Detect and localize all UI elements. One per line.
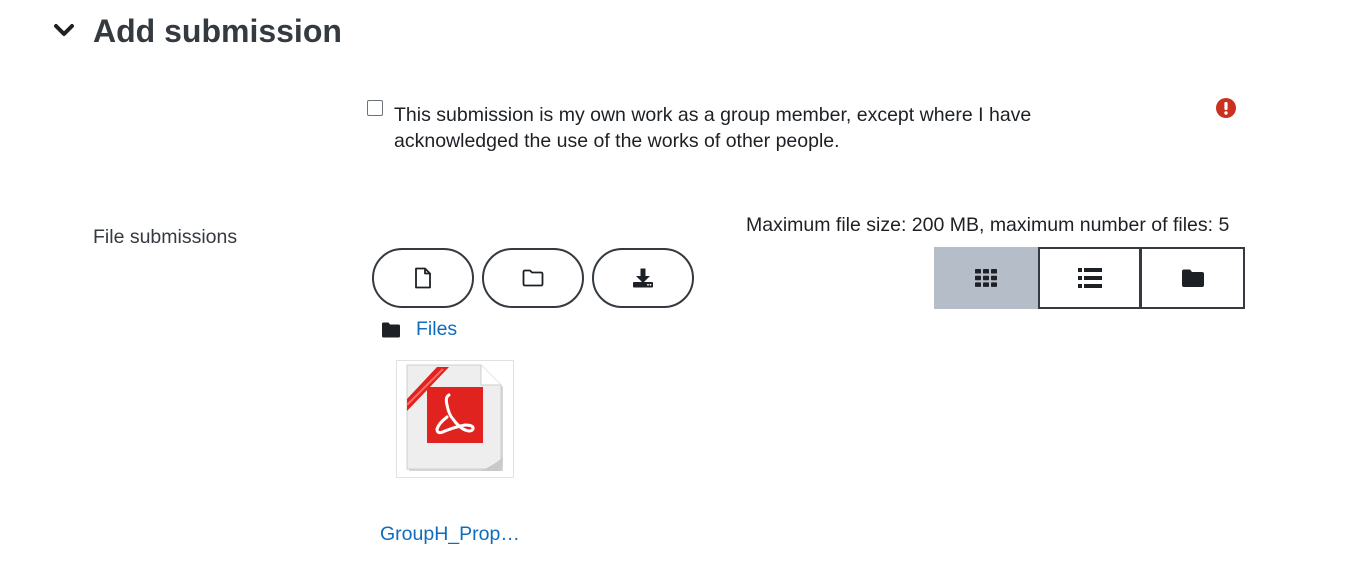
chevron-down-icon (54, 24, 74, 36)
list-icon (1077, 268, 1102, 288)
file-limits-text: Maximum file size: 200 MB, maximum numbe… (746, 214, 1230, 236)
exclamation-circle-icon (1216, 98, 1236, 118)
required-icon (1216, 98, 1236, 118)
create-folder-button[interactable] (482, 248, 584, 308)
file-submissions-label: File submissions (93, 226, 238, 248)
submission-statement-checkbox[interactable] (367, 100, 383, 116)
download-icon (633, 268, 653, 288)
view-tree-button[interactable] (1140, 247, 1245, 309)
add-file-button[interactable] (372, 248, 474, 308)
view-details-button[interactable] (1038, 247, 1141, 309)
submission-statement-label: This submission is my own work as a grou… (394, 104, 1032, 152)
folder-outline-icon (522, 269, 544, 287)
file-name-link[interactable]: GroupH_Prop… (380, 523, 520, 546)
download-all-button[interactable] (592, 248, 694, 308)
path-files-link[interactable]: Files (416, 318, 457, 341)
folder-icon (382, 322, 400, 338)
pdf-file-icon (406, 364, 503, 471)
view-icons-button[interactable] (934, 247, 1038, 309)
grid-icon (975, 269, 997, 287)
file-icon (415, 267, 431, 289)
folder-icon (1181, 269, 1204, 287)
file-thumbnail[interactable] (396, 360, 514, 478)
collapse-toggle[interactable] (50, 16, 78, 44)
section-title: Add submission (93, 13, 342, 49)
